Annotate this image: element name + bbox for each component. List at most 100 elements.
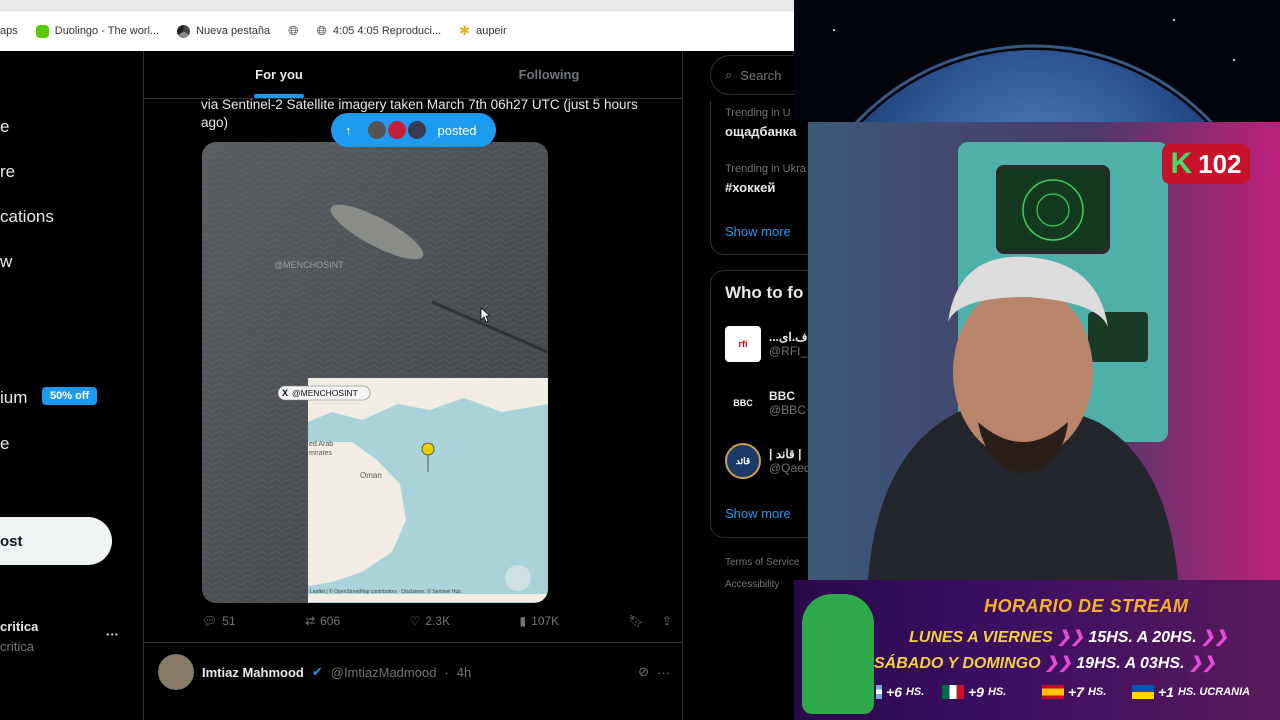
nav-item-messages[interactable]: w (0, 252, 12, 272)
timezone-argentina: +6 HS. (876, 684, 924, 700)
account-name: BBC (769, 389, 795, 403)
k-counter-badge: K 102 (1162, 144, 1250, 184)
account-handle: @RFI_ (769, 344, 808, 358)
trend-context: Trending in Ukra (725, 163, 806, 175)
bookmark-icon: 🔖︎ (628, 614, 644, 628)
tab-for-you[interactable]: For you (144, 51, 414, 98)
nav-item-home[interactable]: e (0, 117, 9, 137)
schedule-title: HORARIO DE STREAM (984, 596, 1189, 616)
share-icon[interactable]: ⇪ (662, 614, 672, 628)
bookmark-aupeir[interactable]: ✱ aupeir (453, 23, 518, 39)
reply-count: 51 (222, 614, 236, 628)
tweet-media-image[interactable]: @MENCHOSINT Oman ed Arab mirates Leaflet… (202, 142, 548, 603)
views-button[interactable]: ▮ 107K (520, 614, 560, 628)
grok-icon[interactable]: ⊘ (638, 664, 649, 680)
bookmark-new-tab[interactable]: Nueva pestaña (171, 24, 282, 38)
earth-background (794, 0, 1280, 122)
avatar-text: rfi (738, 339, 748, 349)
watermark-badge: X @MENCHOSINT (277, 385, 371, 401)
account-handle: critica (0, 639, 34, 654)
bookmark-globe[interactable]: 🌐︎ (282, 23, 310, 39)
next-tweet-header: Imtiaz Mahmood ✔ @ImtiazMadmood · 4h ⊘ ·… (158, 654, 670, 690)
tz-unit: HS. (905, 686, 925, 698)
more-icon[interactable]: ··· (657, 665, 670, 680)
show-more-trends[interactable]: Show more (725, 224, 791, 239)
faint-watermark: @MENCHOSINT (274, 260, 344, 270)
new-posts-pill[interactable]: ↑ posted (331, 113, 496, 147)
bookmark-reproduccion[interactable]: 🌐︎ 4:05 4:05 Reproduci... (311, 23, 454, 39)
account-more-icon[interactable]: ··· (106, 627, 119, 642)
timezone-spain: +7 HS. (1042, 684, 1106, 700)
tz-unit: HS. (987, 686, 1007, 698)
author-handle[interactable]: @ImtiazMadmood (331, 665, 437, 680)
account-handle: @Qaed (769, 461, 808, 475)
repost-icon: ⇄ (305, 614, 316, 628)
nav-item-explore[interactable]: re (0, 162, 15, 182)
avatar (365, 119, 388, 141)
avatar (405, 119, 428, 141)
nav-item-notifications[interactable]: cations (0, 207, 54, 227)
chrome-icon (177, 24, 191, 38)
counter-value: 102 (1198, 148, 1242, 179)
repost-button[interactable]: ⇄ 606 (305, 614, 340, 628)
suggested-account[interactable]: rfi ...اف.ای @RFI_ (725, 326, 808, 362)
author-name[interactable]: Imtiaz Mahmood (202, 665, 304, 680)
nav-item-profile[interactable]: e (0, 434, 9, 454)
verified-badge-icon: ✔ (311, 664, 323, 679)
bookmark-duolingo[interactable]: Duolingo - The worl... (30, 24, 171, 38)
post-button-label: ost (0, 532, 23, 550)
schedule-unit: HS. (1170, 629, 1197, 646)
map-label-uae: ed Arab (309, 441, 333, 448)
trend-title[interactable]: #хоккей (725, 180, 775, 195)
suggested-account[interactable]: BBC BBC @BBC (725, 385, 806, 421)
footer-accessibility-link[interactable]: Accessibility (725, 579, 779, 590)
timezone-mexico: +9 HS. (942, 684, 1006, 700)
tweet-time[interactable]: 4h (457, 665, 471, 680)
reply-button[interactable]: 💬︎ 51 (202, 614, 236, 628)
cactus-icon (802, 594, 874, 714)
account-name[interactable]: critica (0, 619, 38, 634)
tz-offset: +1 (1158, 684, 1174, 700)
ukraine-flag-icon (1132, 685, 1154, 699)
schedule-a: A (1136, 629, 1148, 646)
map-inset: Oman ed Arab mirates Leaflet | © OpenStr… (308, 378, 548, 603)
like-button[interactable]: ♡ 2.3K (410, 614, 450, 628)
views-icon: ▮ (519, 614, 527, 628)
earth-image (794, 0, 1280, 122)
nav-item-premium[interactable]: ium (0, 388, 27, 408)
avatar: قائد (725, 443, 761, 479)
mexico-flag-icon (942, 685, 964, 699)
schedule-from: 15 (1088, 629, 1107, 646)
schedule-row-weekend: SÁBADO Y DOMINGO ❯❯ 19HS. A 03HS. ❯❯ (874, 655, 1216, 672)
arrow-up-icon: ↑ (345, 122, 352, 138)
heart-icon: ♡ (409, 614, 421, 628)
schedule-to: 03 (1140, 655, 1158, 672)
map-label-oman: Oman (360, 471, 382, 480)
bookmark-button[interactable]: 🔖︎ ⇪ (629, 614, 672, 628)
trend-title[interactable]: ощадбанка (725, 124, 796, 139)
schedule-days: SÁBADO Y DOMINGO (874, 655, 1041, 672)
bookmark-apps[interactable]: aps (0, 25, 30, 37)
bookmarks-bar: aps Duolingo - The worl... Nueva pestaña… (0, 10, 794, 51)
footer-terms-link[interactable]: Terms of Service (725, 557, 799, 568)
argentina-flag-icon (876, 685, 882, 699)
suggested-account[interactable]: قائد | قاند | @Qaed (725, 443, 808, 479)
tab-following[interactable]: Following (414, 51, 682, 98)
avatar[interactable] (158, 654, 194, 690)
reply-icon: 💬︎ (202, 614, 218, 628)
webcam-feed (808, 122, 1280, 580)
schedule-unit: HS. (1157, 655, 1185, 672)
k-logo-icon: K (1170, 147, 1193, 180)
tz-offset: +9 (968, 684, 984, 700)
tz-unit: HS. (1087, 686, 1107, 698)
schedule-row-weekdays: LUNES A VIERNES ❯❯ 15HS. A 20HS. ❯❯ (909, 629, 1228, 646)
tab-label: For you (255, 67, 303, 82)
sparkle-icon: ✱ (459, 23, 471, 38)
feed-tabs: For you Following (144, 51, 682, 99)
show-more-follow[interactable]: Show more (725, 506, 791, 521)
satellite-image: @MENCHOSINT Oman ed Arab mirates Leaflet… (202, 142, 548, 603)
post-button[interactable]: ost (0, 517, 112, 565)
map-expand-icon[interactable] (505, 565, 531, 591)
search-icon: ⌕ (725, 67, 733, 82)
left-navigation: e re cations w ium 50% off e ost critica… (0, 51, 143, 720)
